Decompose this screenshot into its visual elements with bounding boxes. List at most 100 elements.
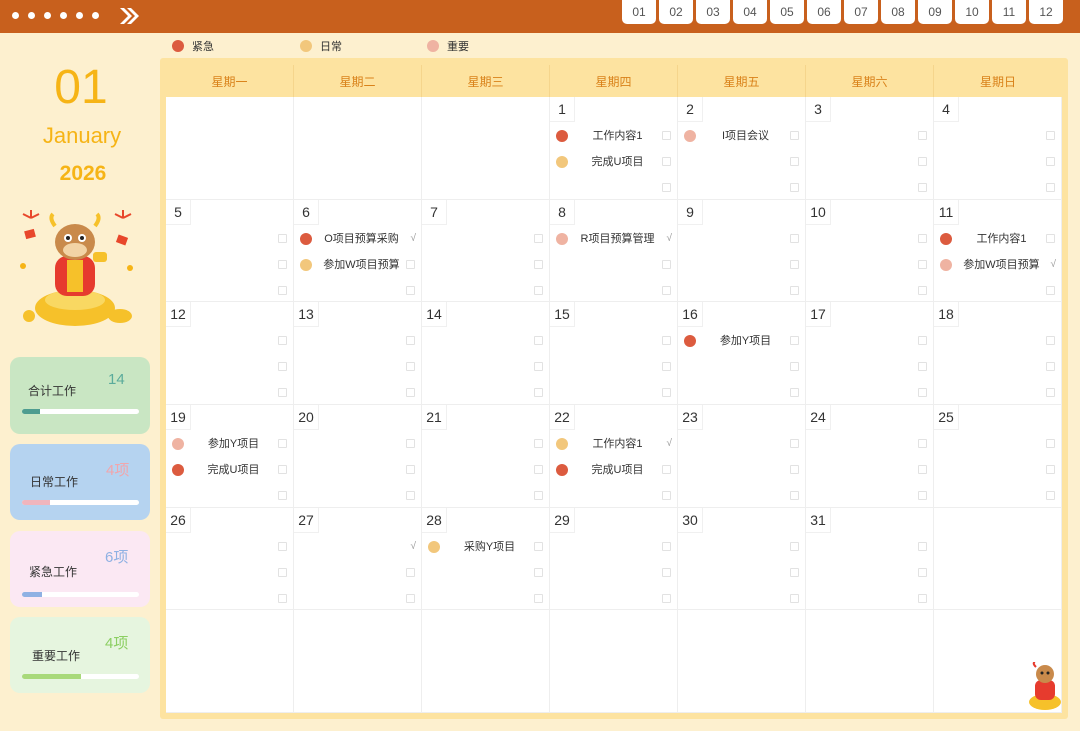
task-checkbox[interactable] (1046, 157, 1055, 166)
task-item[interactable]: 工作内容1 (556, 128, 675, 144)
task-checkbox[interactable] (534, 593, 543, 603)
task-checkbox[interactable] (1046, 336, 1055, 346)
task-checkbox[interactable] (534, 336, 543, 346)
task-checkbox[interactable] (278, 388, 287, 398)
day-cell-4[interactable]: 4 (934, 97, 1062, 200)
task-item[interactable]: O项目预算采购 (300, 231, 419, 247)
task-checkbox[interactable] (278, 259, 287, 269)
task-checkbox[interactable] (662, 183, 671, 192)
task-item[interactable]: I项目会议 (684, 128, 803, 144)
empty-day-cell[interactable] (422, 97, 550, 200)
day-cell-5[interactable]: 5 (166, 199, 294, 303)
task-checkbox[interactable] (406, 490, 415, 500)
task-checkbox[interactable] (278, 593, 287, 603)
day-cell-30[interactable]: 30 (678, 507, 806, 611)
task-checkbox[interactable] (662, 593, 671, 603)
task-checkbox[interactable] (1046, 362, 1055, 372)
task-checkbox[interactable] (534, 464, 543, 474)
task-checkbox[interactable] (662, 336, 671, 346)
task-item[interactable]: 参加Y项目 (684, 333, 803, 349)
task-checkbox[interactable] (918, 285, 927, 295)
task-checkbox[interactable] (662, 285, 671, 295)
task-checkbox[interactable] (278, 541, 287, 551)
task-checkbox[interactable] (662, 541, 671, 551)
task-checkbox[interactable] (278, 567, 287, 577)
day-cell-13[interactable]: 13 (294, 302, 422, 405)
task-checkbox[interactable] (918, 362, 927, 372)
day-cell-22[interactable]: 22 √ 工作内容1 完成U项目 (550, 404, 678, 508)
task-checkbox[interactable] (278, 362, 287, 372)
month-tab-01[interactable]: 01 (622, 0, 656, 24)
task-checkbox[interactable] (534, 362, 543, 372)
day-cell-8[interactable]: 8 √ R项目预算管理 (550, 199, 678, 303)
task-checkbox[interactable] (278, 285, 287, 295)
task-checkbox[interactable] (790, 259, 799, 269)
task-checkbox[interactable] (278, 233, 287, 243)
month-tab-11[interactable]: 11 (992, 0, 1026, 24)
task-checkbox[interactable] (790, 362, 799, 372)
task-checkbox[interactable] (918, 567, 927, 577)
task-checkbox[interactable] (918, 183, 927, 192)
month-tab-09[interactable]: 09 (918, 0, 952, 24)
task-checkbox[interactable] (790, 567, 799, 577)
day-cell-23[interactable]: 23 (678, 404, 806, 508)
day-cell-15[interactable]: 15 (550, 302, 678, 405)
empty-day-cell[interactable] (294, 97, 422, 200)
task-checkbox[interactable] (278, 336, 287, 346)
day-cell-25[interactable]: 25 (934, 404, 1062, 508)
task-item[interactable]: 参加W项目预算 (940, 257, 1059, 273)
task-checkbox[interactable] (790, 388, 799, 398)
task-checkbox[interactable] (918, 157, 927, 166)
day-cell-20[interactable]: 20 (294, 404, 422, 508)
day-cell-21[interactable]: 21 (422, 404, 550, 508)
task-checkbox[interactable] (1046, 131, 1055, 140)
task-checkbox[interactable] (790, 541, 799, 551)
day-cell-7[interactable]: 7 (422, 199, 550, 303)
day-cell-11[interactable]: 11 √ 工作内容1 参加W项目预算 (934, 199, 1062, 303)
empty-day-cell[interactable] (934, 507, 1062, 611)
day-cell-28[interactable]: 28 采购Y项目 (422, 507, 550, 611)
day-cell-18[interactable]: 18 (934, 302, 1062, 405)
day-cell-1[interactable]: 1 工作内容1 完成U项目 (550, 97, 678, 200)
task-checkbox[interactable] (534, 490, 543, 500)
day-cell-24[interactable]: 24 (806, 404, 934, 508)
task-checkbox[interactable] (918, 541, 927, 551)
day-cell-16[interactable]: 16 参加Y项目 (678, 302, 806, 405)
task-checkbox[interactable] (918, 438, 927, 448)
task-checkbox[interactable] (790, 593, 799, 603)
empty-day-cell[interactable] (550, 610, 678, 713)
task-checkbox[interactable] (534, 388, 543, 398)
task-checkbox[interactable] (918, 131, 927, 140)
day-cell-14[interactable]: 14 (422, 302, 550, 405)
task-checkbox[interactable] (662, 259, 671, 269)
task-checkbox[interactable] (918, 336, 927, 346)
task-item[interactable]: 参加W项目预算 (300, 257, 419, 273)
month-tab-05[interactable]: 05 (770, 0, 804, 24)
task-checkbox[interactable] (790, 464, 799, 474)
task-checkbox[interactable] (790, 157, 799, 166)
task-checkbox[interactable] (1046, 183, 1055, 192)
task-checkbox[interactable] (918, 259, 927, 269)
day-cell-17[interactable]: 17 (806, 302, 934, 405)
month-tab-03[interactable]: 03 (696, 0, 730, 24)
empty-day-cell[interactable] (678, 610, 806, 713)
month-tab-08[interactable]: 08 (881, 0, 915, 24)
task-checkbox[interactable] (918, 490, 927, 500)
month-tab-04[interactable]: 04 (733, 0, 767, 24)
day-cell-27[interactable]: 27 √ (294, 507, 422, 611)
task-item[interactable]: 工作内容1 (940, 231, 1059, 247)
task-checkbox[interactable] (790, 285, 799, 295)
day-cell-2[interactable]: 2 I项目会议 (678, 97, 806, 200)
task-checkbox[interactable] (662, 567, 671, 577)
task-checkbox[interactable] (534, 438, 543, 448)
day-cell-19[interactable]: 19 参加Y项目 完成U项目 (166, 404, 294, 508)
day-cell-31[interactable]: 31 (806, 507, 934, 611)
task-checkbox[interactable] (406, 464, 415, 474)
task-checkbox[interactable] (662, 388, 671, 398)
task-checkbox[interactable] (278, 490, 287, 500)
task-checkbox[interactable] (918, 233, 927, 243)
day-cell-3[interactable]: 3 (806, 97, 934, 200)
task-checkbox[interactable] (1046, 388, 1055, 398)
task-checkbox[interactable] (918, 464, 927, 474)
day-cell-6[interactable]: 6 √ O项目预算采购 参加W项目预算 (294, 199, 422, 303)
